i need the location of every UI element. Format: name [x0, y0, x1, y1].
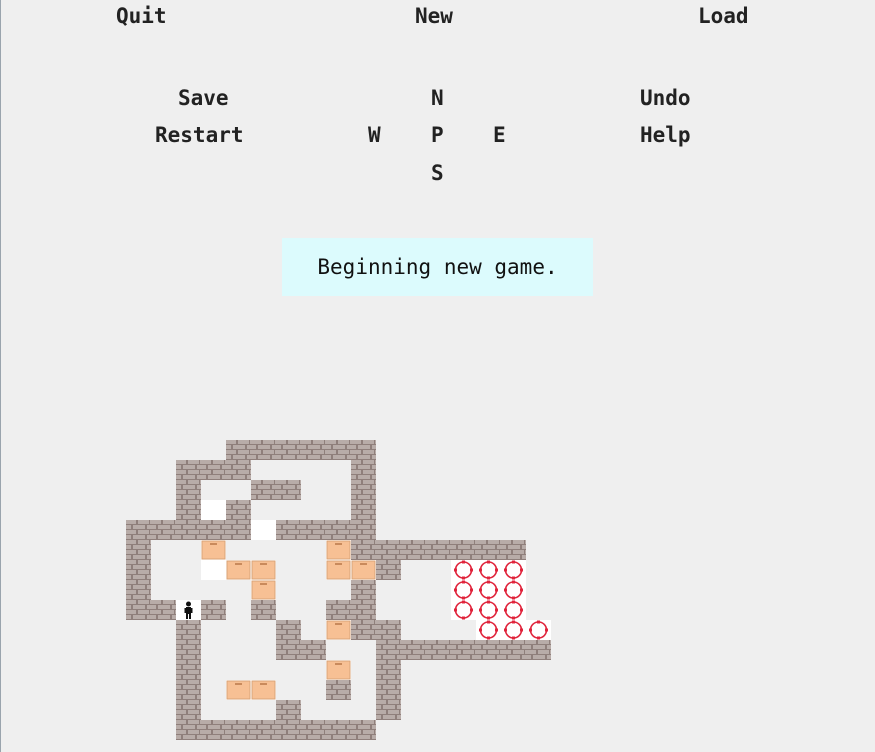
- wall-tile: [326, 440, 351, 460]
- wall-tile: [326, 520, 351, 540]
- wall-tile: [151, 520, 176, 540]
- wall-tile: [176, 620, 201, 640]
- crate: [251, 680, 276, 700]
- wall-tile: [126, 580, 151, 600]
- wall-tile: [251, 440, 276, 460]
- wall-tile: [176, 660, 201, 680]
- wall-tile: [126, 560, 151, 580]
- crate: [326, 620, 351, 640]
- wall-tile: [301, 720, 326, 740]
- wall-tile: [376, 680, 401, 700]
- wall-tile: [251, 720, 276, 740]
- empty-floor: [202, 561, 225, 579]
- wall-tile: [276, 700, 301, 720]
- wall-tile: [201, 520, 226, 540]
- wall-tile: [301, 640, 326, 660]
- wall-tile: [276, 480, 301, 500]
- crate: [326, 660, 351, 680]
- wall-tile: [376, 620, 401, 640]
- wall-tile: [376, 560, 401, 580]
- wall-tile: [276, 620, 301, 640]
- crate: [326, 560, 351, 580]
- wall-tile: [426, 640, 451, 660]
- wall-tile: [201, 600, 226, 620]
- crate: [326, 540, 351, 560]
- wall-tile: [376, 540, 401, 560]
- wall-tile: [376, 660, 401, 680]
- wall-tile: [201, 460, 226, 480]
- wall-tile: [301, 440, 326, 460]
- wall-tile: [476, 640, 501, 660]
- wall-tile: [376, 700, 401, 720]
- wall-tile: [501, 640, 526, 660]
- wall-tile: [276, 720, 301, 740]
- wall-tile: [351, 480, 376, 500]
- wall-tile: [351, 600, 376, 620]
- wall-tile: [126, 600, 151, 620]
- wall-tile: [351, 580, 376, 600]
- wall-tile: [401, 540, 426, 560]
- crate: [226, 680, 251, 700]
- wall-tile: [351, 520, 376, 540]
- wall-tile: [176, 720, 201, 740]
- wall-tile: [201, 720, 226, 740]
- wall-tile: [351, 720, 376, 740]
- crate: [251, 580, 276, 600]
- game-board[interactable]: [0, 0, 875, 752]
- wall-tile: [326, 720, 351, 740]
- wall-tile: [401, 640, 426, 660]
- wall-tile: [451, 640, 476, 660]
- wall-tile: [176, 520, 201, 540]
- wall-tile: [326, 680, 351, 700]
- wall-tile: [276, 520, 301, 540]
- empty-floor: [202, 501, 225, 519]
- wall-tile: [151, 600, 176, 620]
- wall-tile: [176, 500, 201, 520]
- crate: [251, 560, 276, 580]
- wall-tile: [351, 540, 376, 560]
- wall-tile: [351, 440, 376, 460]
- wall-tile: [251, 600, 276, 620]
- wall-tile: [351, 500, 376, 520]
- wall-tile: [176, 680, 201, 700]
- wall-tile: [501, 540, 526, 560]
- wall-tile: [226, 520, 251, 540]
- wall-tile: [226, 720, 251, 740]
- wall-tile: [176, 460, 201, 480]
- crate: [226, 560, 251, 580]
- wall-tile: [226, 440, 251, 460]
- wall-tile: [251, 480, 276, 500]
- wall-tile: [276, 440, 301, 460]
- crate: [201, 540, 226, 560]
- wall-tile: [126, 540, 151, 560]
- crate: [351, 560, 376, 580]
- board-layer: [126, 440, 551, 740]
- wall-tile: [276, 640, 301, 660]
- wall-tile: [376, 640, 401, 660]
- wall-tile: [351, 620, 376, 640]
- wall-tile: [176, 640, 201, 660]
- wall-tile: [226, 500, 251, 520]
- wall-tile: [126, 520, 151, 540]
- wall-tile: [476, 540, 501, 560]
- wall-tile: [226, 460, 251, 480]
- wall-tile: [176, 480, 201, 500]
- empty-floor: [252, 521, 275, 539]
- wall-tile: [426, 540, 451, 560]
- wall-tile: [351, 460, 376, 480]
- wall-tile: [176, 700, 201, 720]
- wall-tile: [301, 520, 326, 540]
- wall-tile: [326, 600, 351, 620]
- wall-tile: [451, 540, 476, 560]
- wall-tile: [526, 640, 551, 660]
